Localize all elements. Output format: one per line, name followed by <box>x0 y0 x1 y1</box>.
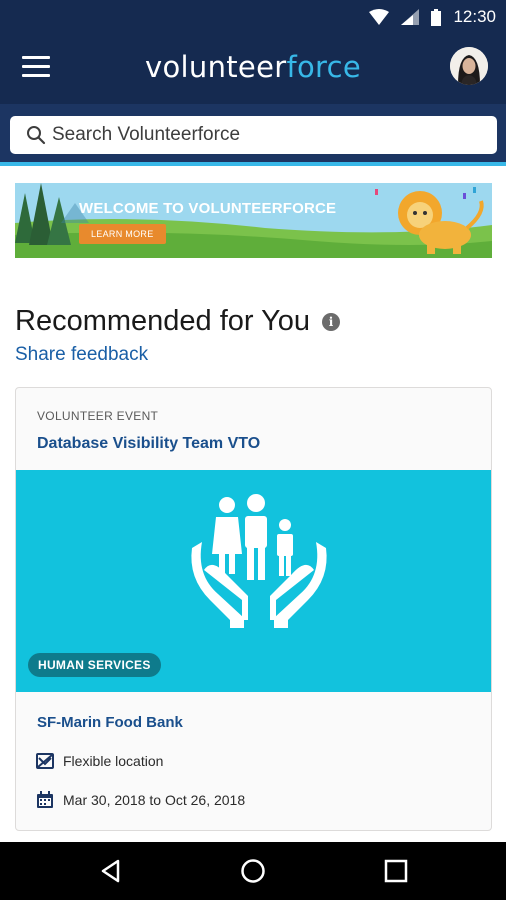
brand-part-force: force <box>286 50 361 84</box>
avatar[interactable] <box>450 47 488 85</box>
organization-link[interactable]: SF-Marin Food Bank <box>37 714 183 731</box>
location-row: Flexible location <box>36 752 163 770</box>
event-card[interactable]: VOLUNTEER EVENT Database Visibility Team… <box>15 387 492 831</box>
info-icon[interactable]: i <box>322 312 341 331</box>
location-text: Flexible location <box>63 753 164 769</box>
wifi-icon <box>369 9 390 25</box>
back-icon[interactable] <box>98 858 124 884</box>
recommended-heading: Recommended for You <box>15 305 311 337</box>
date-range-text: Mar 30, 2018 to Oct 26, 2018 <box>63 792 246 808</box>
event-title-link[interactable]: Database Visibility Team VTO <box>37 435 260 453</box>
banner-illustration <box>15 183 492 258</box>
banner-title: WELCOME TO VOLUNTEERFORCE <box>79 200 337 217</box>
search-icon <box>27 126 46 145</box>
status-time: 12:30 <box>453 7 496 26</box>
brand-part-volunteer: volunteer <box>145 50 287 84</box>
system-nav-bar <box>0 842 506 900</box>
learn-more-button[interactable]: LEARN MORE <box>79 224 166 244</box>
recents-icon[interactable] <box>383 858 409 884</box>
search-box[interactable] <box>10 116 497 154</box>
event-hero-image: HUMAN SERVICES <box>16 470 491 692</box>
event-kind-label: VOLUNTEER EVENT <box>37 409 159 423</box>
date-row: Mar 30, 2018 to Oct 26, 2018 <box>36 791 245 809</box>
app-logo: volunteerforce <box>0 50 506 84</box>
home-icon[interactable] <box>240 858 266 884</box>
search-bar-container <box>0 104 506 166</box>
app-bar: volunteerforce <box>0 34 506 104</box>
category-chip: HUMAN SERVICES <box>28 653 161 677</box>
search-input[interactable] <box>52 124 472 146</box>
section-title: Recommended for You i <box>15 305 341 338</box>
status-bar: 12:30 <box>0 0 506 34</box>
signal-icon <box>401 9 420 25</box>
share-feedback-link[interactable]: Share feedback <box>15 344 148 366</box>
location-icon <box>36 753 54 769</box>
calendar-icon <box>37 791 53 808</box>
welcome-banner[interactable]: WELCOME TO VOLUNTEERFORCE LEARN MORE <box>15 183 492 258</box>
battery-icon <box>431 8 442 26</box>
